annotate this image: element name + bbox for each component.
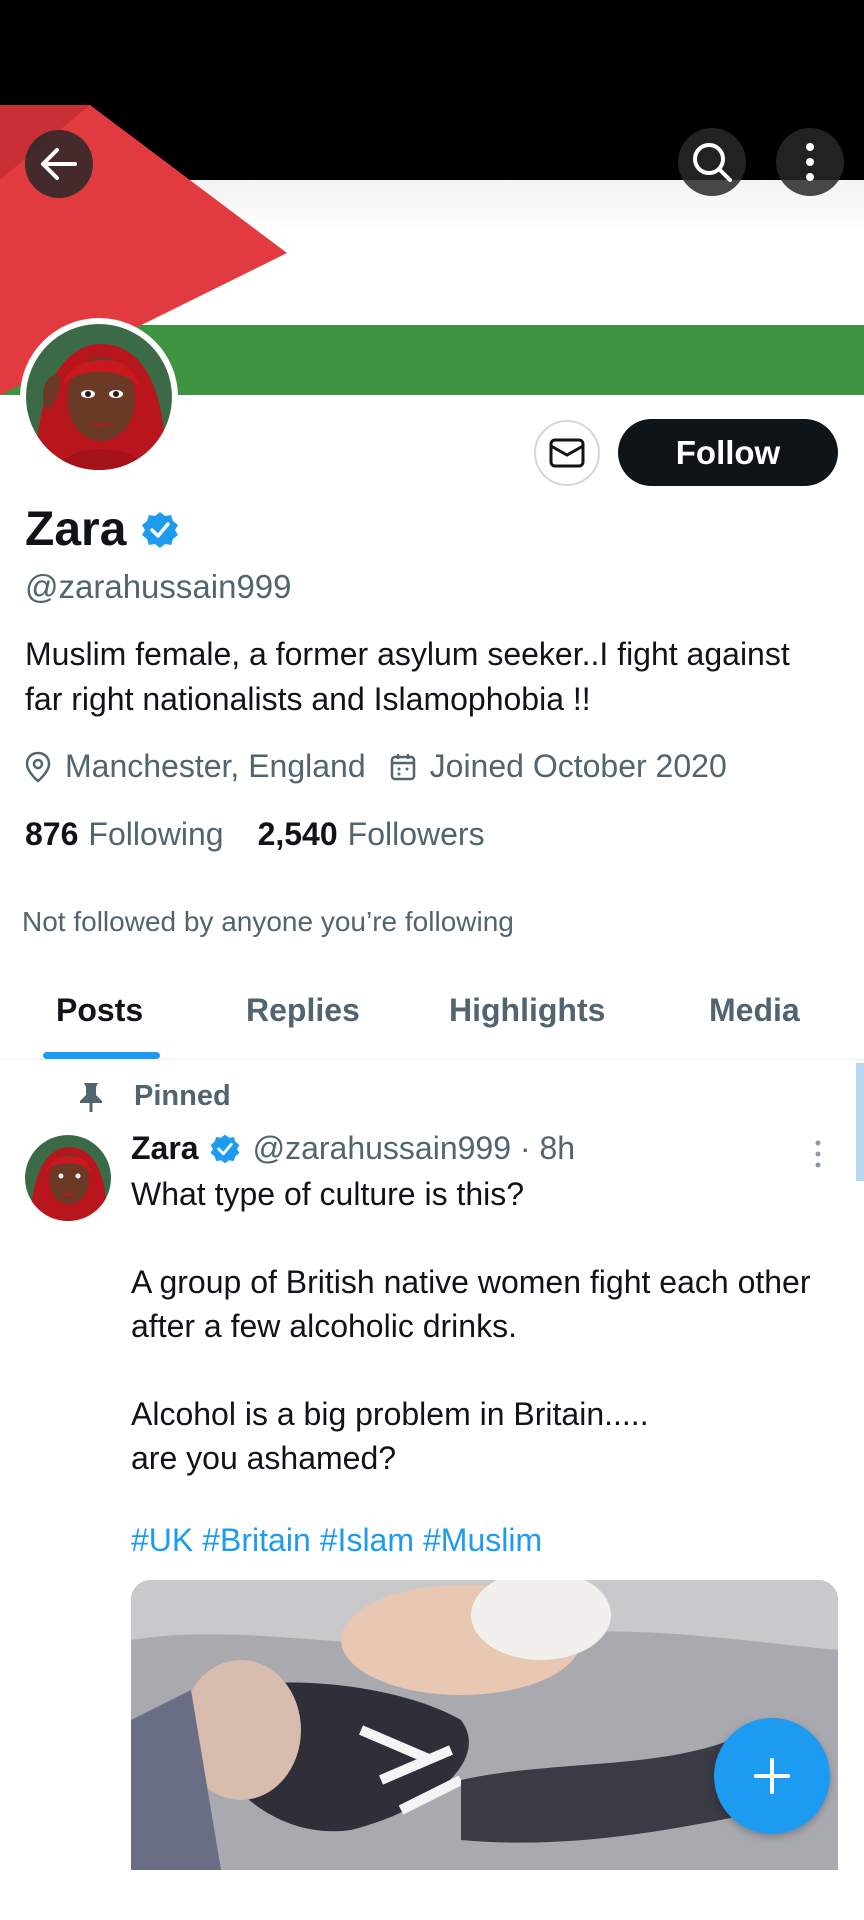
post-header: Zara @zarahussain999 · 8h: [131, 1130, 575, 1167]
pin-icon: [80, 1082, 102, 1112]
post-media-video[interactable]: [131, 1580, 838, 1870]
followers-count[interactable]: 2,540: [258, 816, 338, 853]
post-text: What type of culture is this? A group of…: [131, 1172, 831, 1480]
profile-tabs: Posts Replies Highlights Media: [0, 980, 864, 1060]
hashtag-link[interactable]: #Britain: [202, 1522, 311, 1558]
hashtag-link[interactable]: #Muslim: [423, 1522, 542, 1558]
verified-badge-icon: [142, 511, 179, 548]
verified-badge-icon: [210, 1134, 239, 1163]
avatar-image: [26, 324, 172, 470]
hashtag-link[interactable]: #Islam: [320, 1522, 414, 1558]
profile-bio: Muslim female, a former asylum seeker..I…: [25, 636, 790, 717]
location-pin-icon: [25, 751, 51, 783]
follow-counts: 876 Following 2,540 Followers: [25, 816, 519, 853]
not-followed-note: Not followed by anyone you’re following: [22, 906, 514, 937]
hashtag-link[interactable]: #UK: [131, 1522, 193, 1558]
location-item: Manchester, England: [25, 748, 366, 785]
post-text-line: [131, 1216, 831, 1260]
profile-meta: Manchester, England Joined October 2020: [25, 748, 751, 785]
plus-icon: [754, 1758, 790, 1794]
post-text-line: What type of culture is this?: [131, 1176, 525, 1212]
compose-post-button[interactable]: [714, 1718, 830, 1834]
post-text-line: [131, 1348, 831, 1392]
tab-highlights[interactable]: Highlights: [449, 992, 605, 1029]
joined-item: Joined October 2020: [390, 748, 727, 785]
post-more-icon[interactable]: [808, 1138, 828, 1170]
video-thumbnail: [131, 1580, 838, 1870]
back-button[interactable]: [25, 130, 93, 198]
post-author-avatar[interactable]: [25, 1135, 111, 1221]
joined-text: Joined October 2020: [429, 748, 727, 784]
post-author-handle-time: @zarahussain999 · 8h: [252, 1130, 576, 1166]
tab-posts[interactable]: Posts: [56, 992, 143, 1029]
profile-avatar[interactable]: [20, 318, 178, 476]
post-author-name[interactable]: Zara: [131, 1130, 199, 1167]
envelope-icon: [549, 438, 585, 468]
location-text: Manchester, England: [65, 748, 366, 784]
following-count[interactable]: 876: [25, 816, 78, 853]
profile-name: Zara: [25, 503, 127, 556]
follow-button[interactable]: Follow: [618, 419, 838, 486]
tab-replies[interactable]: Replies: [246, 992, 360, 1029]
followers-label[interactable]: Followers: [348, 816, 485, 853]
search-icon: [693, 143, 732, 182]
calendar-icon: [390, 753, 415, 780]
post-hashtags: #UK #Britain #Islam #Muslim: [131, 1522, 551, 1559]
post-text-line: are you ashamed?: [131, 1440, 397, 1476]
pinned-indicator: Pinned: [78, 1080, 231, 1113]
profile-handle: @zarahussain999: [25, 568, 292, 605]
following-label[interactable]: Following: [88, 816, 223, 853]
scrollbar[interactable]: [856, 1063, 864, 1181]
more-options-button[interactable]: [776, 128, 844, 196]
pinned-label: Pinned: [134, 1080, 231, 1112]
more-vertical-icon: [806, 143, 814, 181]
tab-media[interactable]: Media: [709, 992, 800, 1029]
message-button[interactable]: [534, 420, 600, 486]
active-tab-indicator: [43, 1052, 160, 1059]
profile-name-row: Zara: [25, 502, 180, 557]
post-text-line: Alcohol is a big problem in Britain.....: [131, 1396, 649, 1432]
back-arrow-icon: [41, 148, 77, 180]
search-button[interactable]: [678, 128, 746, 196]
post-text-line: A group of British native women fight ea…: [131, 1264, 811, 1344]
